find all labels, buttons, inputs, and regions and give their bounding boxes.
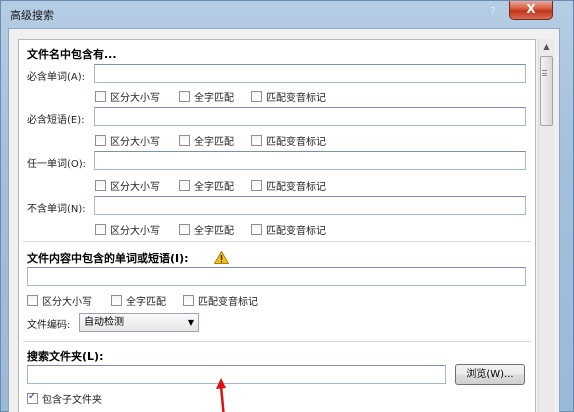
checkbox-box[interactable] [95, 91, 106, 102]
checkbox-label: 区分大小写 [110, 182, 160, 193]
content-phrase-input[interactable] [27, 267, 526, 286]
include-subfolders-checkbox[interactable]: 包含子文件夹 [27, 391, 102, 406]
window-title: 高级搜索 [10, 9, 54, 22]
warning-triangle-icon [214, 251, 229, 264]
red-arrow-annotation-icon [216, 378, 226, 412]
exclude-words-label: 不含单词(N): [27, 204, 86, 215]
checkbox-box[interactable] [179, 135, 190, 146]
checkbox-label: 区分大小写 [110, 226, 160, 237]
row2-whole-word-checkbox[interactable]: 全字匹配 [179, 133, 234, 148]
row4-diacritics-checkbox[interactable]: 匹配变音标记 [251, 222, 326, 237]
checkbox-label: 全字匹配 [126, 297, 166, 308]
checkbox-label: 全字匹配 [194, 226, 234, 237]
row2-diacritics-checkbox[interactable]: 匹配变音标记 [251, 133, 326, 148]
checkbox-box[interactable] [95, 135, 106, 146]
checkbox-box[interactable] [251, 135, 262, 146]
close-button[interactable]: X [509, 1, 553, 20]
checkbox-box[interactable] [27, 391, 38, 404]
must-contain-words-input[interactable] [94, 64, 526, 83]
checkbox-label: 匹配变音标记 [266, 137, 326, 148]
must-contain-phrase-input[interactable] [94, 107, 526, 126]
must-contain-words-label: 必含单词(A): [27, 72, 86, 83]
checkbox-box[interactable] [95, 224, 106, 235]
checkbox-label: 区分大小写 [42, 297, 92, 308]
checkbox-box[interactable] [251, 91, 262, 102]
checkbox-label: 匹配变音标记 [266, 226, 326, 237]
any-word-label: 任一单词(O): [27, 159, 87, 170]
checkbox-box[interactable] [251, 224, 262, 235]
checkbox-label: 匹配变音标记 [198, 297, 258, 308]
checkbox-box[interactable] [95, 180, 106, 191]
vertical-scrollbar[interactable]: ▲ [538, 39, 554, 412]
scrollbar-grip-icon [542, 70, 547, 76]
checkbox-label: 全字匹配 [194, 137, 234, 148]
content-diacritics-checkbox[interactable]: 匹配变音标记 [183, 293, 258, 308]
checkbox-label: 全字匹配 [194, 182, 234, 193]
row3-case-checkbox[interactable]: 区分大小写 [95, 178, 160, 193]
row4-case-checkbox[interactable]: 区分大小写 [95, 222, 160, 237]
content-section-heading: 文件内容中包含的单词或短语(I): [27, 252, 189, 265]
help-icon[interactable]: ? [481, 3, 505, 20]
folder-section-heading: 搜索文件夹(L): [27, 350, 104, 363]
content-case-checkbox[interactable]: 区分大小写 [27, 293, 92, 308]
content-whole-word-checkbox[interactable]: 全字匹配 [111, 293, 166, 308]
checkbox-box[interactable] [179, 91, 190, 102]
section-divider [23, 241, 531, 242]
search-options-panel: 文件名中包含有... 必含单词(A): 区分大小写 全字匹配 匹配变音标记 必含… [18, 39, 536, 412]
checkbox-label: 全字匹配 [194, 93, 234, 104]
checkbox-box[interactable] [27, 295, 38, 306]
row1-whole-word-checkbox[interactable]: 全字匹配 [179, 89, 234, 104]
must-contain-phrase-label: 必含短语(E): [27, 115, 85, 126]
dropdown-arrow-icon: ▼ [187, 318, 194, 327]
scroll-up-arrow-icon[interactable]: ▲ [539, 39, 554, 55]
row4-whole-word-checkbox[interactable]: 全字匹配 [179, 222, 234, 237]
checkbox-box[interactable] [183, 295, 194, 306]
checkbox-box[interactable] [179, 224, 190, 235]
checkbox-label: 区分大小写 [110, 93, 160, 104]
row1-diacritics-checkbox[interactable]: 匹配变音标记 [251, 89, 326, 104]
row1-case-checkbox[interactable]: 区分大小写 [95, 89, 160, 104]
title-bar[interactable]: 高级搜索 ? X [1, 1, 573, 27]
row3-diacritics-checkbox[interactable]: 匹配变音标记 [251, 178, 326, 193]
encoding-label: 文件编码: [27, 320, 71, 331]
any-word-input[interactable] [94, 151, 526, 170]
scrollbar-thumb[interactable] [540, 56, 553, 126]
checkbox-label: 包含子文件夹 [42, 395, 102, 406]
exclude-words-input[interactable] [94, 196, 526, 215]
dialog-client-area: 文件名中包含有... 必含单词(A): 区分大小写 全字匹配 匹配变音标记 必含… [8, 28, 560, 412]
section-divider [23, 341, 531, 342]
checkbox-label: 区分大小写 [110, 137, 160, 148]
browse-button[interactable]: 浏览(W)... [455, 364, 525, 385]
search-folder-input[interactable] [27, 365, 446, 384]
checkbox-box[interactable] [251, 180, 262, 191]
encoding-dropdown[interactable]: 自动检测 ▼ [79, 313, 199, 332]
checkbox-box[interactable] [179, 180, 190, 191]
advanced-search-window: 高级搜索 ? X 文件名中包含有... 必含单词(A): 区分大小写 全字匹配 … [0, 0, 574, 412]
row2-case-checkbox[interactable]: 区分大小写 [95, 133, 160, 148]
checkbox-label: 匹配变音标记 [266, 93, 326, 104]
checkbox-label: 匹配变音标记 [266, 182, 326, 193]
row3-whole-word-checkbox[interactable]: 全字匹配 [179, 178, 234, 193]
checkbox-box[interactable] [111, 295, 122, 306]
encoding-selected-value: 自动检测 [84, 317, 124, 328]
filename-section-heading: 文件名中包含有... [27, 48, 117, 61]
